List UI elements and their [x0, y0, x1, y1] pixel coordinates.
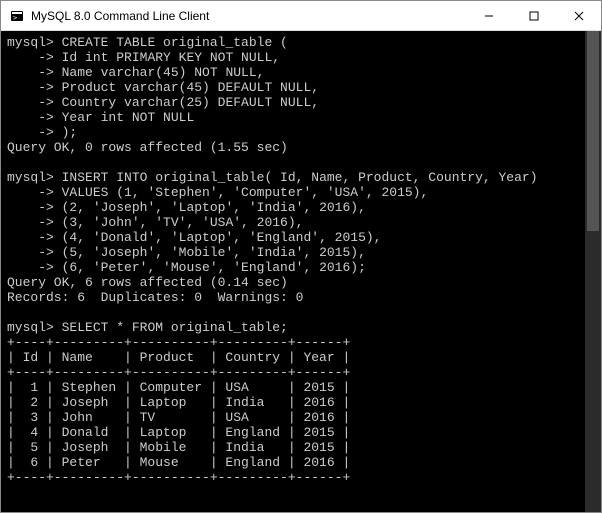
- svg-text:>_: >_: [13, 14, 22, 22]
- cont-prompt: ->: [7, 260, 54, 275]
- cont-prompt: ->: [7, 125, 54, 140]
- vertical-scrollbar[interactable]: [585, 31, 601, 512]
- cont-prompt: ->: [7, 200, 54, 215]
- sql-create-line: Year int NOT NULL: [62, 110, 195, 125]
- sql-insert-line: (5, 'Joseph', 'Mobile', 'India', 2015),: [62, 245, 366, 260]
- query-result: Query OK, 0 rows affected (1.55 sec): [7, 140, 288, 155]
- table-sep: +----+---------+----------+---------+---…: [7, 365, 350, 380]
- table-row: | 1 | Stephen | Computer | USA | 2015 |: [7, 380, 350, 395]
- app-icon: >_: [9, 8, 25, 24]
- sql-select-line: SELECT * FROM original_table;: [62, 320, 288, 335]
- prompt: mysql>: [7, 170, 54, 185]
- table-row: | 2 | Joseph | Laptop | India | 2016 |: [7, 395, 350, 410]
- cont-prompt: ->: [7, 80, 54, 95]
- close-button[interactable]: [556, 1, 601, 30]
- sql-insert-line: (4, 'Donald', 'Laptop', 'England', 2015)…: [62, 230, 382, 245]
- cont-prompt: ->: [7, 50, 54, 65]
- table-sep: +----+---------+----------+---------+---…: [7, 335, 350, 350]
- sql-insert-line: INSERT INTO original_table( Id, Name, Pr…: [62, 170, 538, 185]
- cont-prompt: ->: [7, 110, 54, 125]
- window: >_ MySQL 8.0 Command Line Client mysql> …: [0, 0, 602, 513]
- window-title: MySQL 8.0 Command Line Client: [31, 9, 466, 23]
- prompt: mysql>: [7, 320, 54, 335]
- table-row: | 4 | Donald | Laptop | England | 2015 |: [7, 425, 350, 440]
- cont-prompt: ->: [7, 245, 54, 260]
- cont-prompt: ->: [7, 65, 54, 80]
- maximize-button[interactable]: [511, 1, 556, 30]
- table-row: | 6 | Peter | Mouse | England | 2016 |: [7, 455, 350, 470]
- sql-insert-line: (2, 'Joseph', 'Laptop', 'India', 2016),: [62, 200, 366, 215]
- table-sep: +----+---------+----------+---------+---…: [7, 470, 350, 485]
- sql-insert-line: (6, 'Peter', 'Mouse', 'England', 2016);: [62, 260, 366, 275]
- prompt: mysql>: [7, 35, 54, 50]
- table-header: | Id | Name | Product | Country | Year |: [7, 350, 350, 365]
- query-result: Records: 6 Duplicates: 0 Warnings: 0: [7, 290, 303, 305]
- titlebar[interactable]: >_ MySQL 8.0 Command Line Client: [1, 1, 601, 31]
- sql-create-line: CREATE TABLE original_table (: [62, 35, 288, 50]
- minimize-button[interactable]: [466, 1, 511, 30]
- terminal-output[interactable]: mysql> CREATE TABLE original_table ( -> …: [1, 31, 601, 512]
- query-result: Query OK, 6 rows affected (0.14 sec): [7, 275, 288, 290]
- window-controls: [466, 1, 601, 30]
- sql-create-line: );: [62, 125, 78, 140]
- sql-insert-line: (3, 'John', 'TV', 'USA', 2016),: [62, 215, 304, 230]
- cont-prompt: ->: [7, 95, 54, 110]
- sql-create-line: Country varchar(25) DEFAULT NULL,: [62, 95, 319, 110]
- table-row: | 3 | John | TV | USA | 2016 |: [7, 410, 350, 425]
- scrollbar-thumb[interactable]: [587, 31, 599, 231]
- cont-prompt: ->: [7, 215, 54, 230]
- cont-prompt: ->: [7, 230, 54, 245]
- sql-insert-line: VALUES (1, 'Stephen', 'Computer', 'USA',…: [62, 185, 429, 200]
- sql-create-line: Product varchar(45) DEFAULT NULL,: [62, 80, 319, 95]
- table-row: | 5 | Joseph | Mobile | India | 2015 |: [7, 440, 350, 455]
- sql-create-line: Id int PRIMARY KEY NOT NULL,: [62, 50, 280, 65]
- cont-prompt: ->: [7, 185, 54, 200]
- sql-create-line: Name varchar(45) NOT NULL,: [62, 65, 265, 80]
